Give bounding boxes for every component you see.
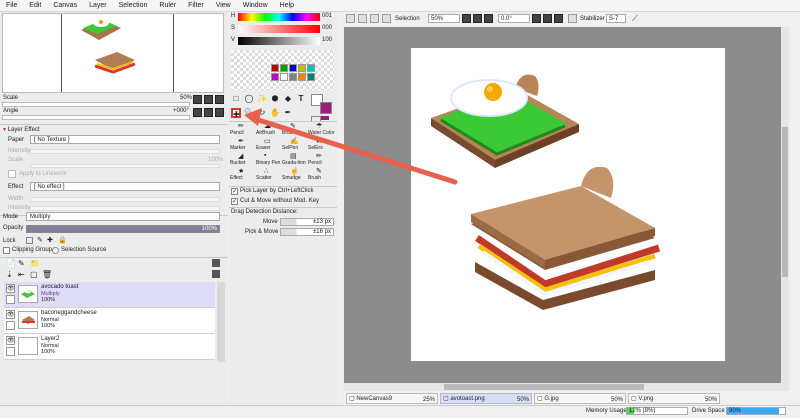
canvas-tab[interactable]: ▢ V.png 50% [628,393,720,404]
document-icon: ▢ [537,396,543,402]
memory-usage-bar: 12% (8%) [626,407,688,415]
memory-usage-label: Memory Usage [586,408,627,414]
drive-space-bar: 90% [726,407,786,415]
canvas-tab[interactable]: ▢ G.jpg 50% [534,393,626,404]
document-icon: ▢ [631,396,637,402]
document-icon: ▢ [443,396,449,402]
drive-space-label: Drive Space [692,408,725,414]
annotation-arrow [244,108,458,185]
status-bar: Memory Usage 12% (8%) Drive Space 90% [0,405,800,418]
canvas-tab-active[interactable]: ▢ avotoast.png 50% [440,393,532,404]
memory-usage-value: 12% (8%) [629,408,656,414]
canvas-tab-bar: ▢ NewCanvas9 25% ▢ avotoast.png 50% ▢ G.jp… [344,393,789,405]
drive-space-value: 90% [729,408,742,414]
canvas-tab[interactable]: ▢ NewCanvas9 25% [346,393,438,404]
document-icon: ▢ [349,396,355,402]
